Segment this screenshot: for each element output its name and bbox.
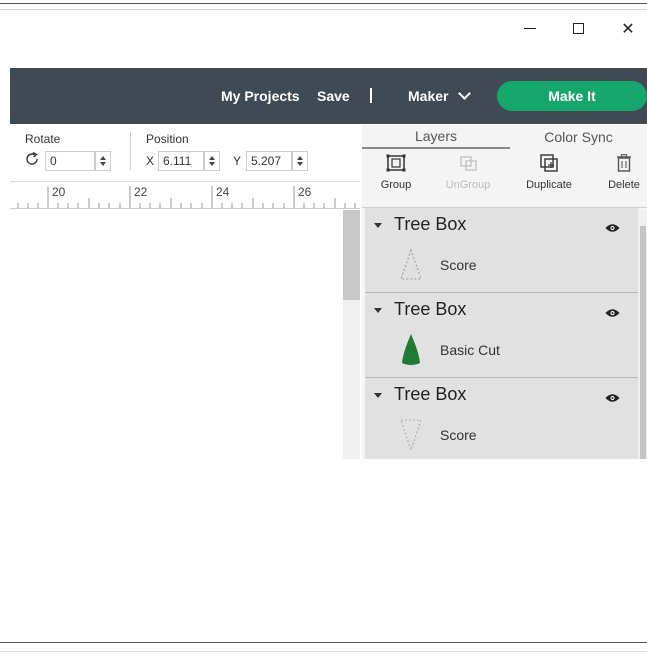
save-button[interactable]: Save xyxy=(317,68,350,124)
close-button[interactable]: ✕ xyxy=(608,14,647,42)
ungroup-button[interactable]: UnGroup xyxy=(433,152,503,202)
app-header: My Projects Save Maker Make It xyxy=(10,68,647,124)
duplicate-label: Duplicate xyxy=(526,179,572,191)
ruler-label: 20 xyxy=(52,185,66,199)
group-label: Group xyxy=(380,179,412,191)
layers-scrollbar-thumb[interactable] xyxy=(640,226,646,459)
window-bottom-divider xyxy=(0,651,647,652)
layer-group-title: Tree Box xyxy=(394,384,467,404)
basic-cut-thumbnail xyxy=(399,333,423,372)
layer-label: Score xyxy=(440,257,477,273)
delete-label: Delete xyxy=(608,179,640,191)
minimize-button[interactable] xyxy=(510,14,550,42)
make-it-button[interactable]: Make It xyxy=(497,81,647,111)
ruler-label: 22 xyxy=(134,185,148,199)
header-separator xyxy=(370,88,372,103)
tab-color-sync[interactable]: Color Sync xyxy=(510,125,647,149)
rotate-input[interactable]: 0 xyxy=(45,151,95,171)
ruler-label: 24 xyxy=(216,185,230,199)
my-projects-link[interactable]: My Projects xyxy=(221,68,300,124)
stepper-down-icon xyxy=(100,162,106,166)
layer-group[interactable]: Tree Box Score xyxy=(365,208,638,292)
y-position-stepper[interactable] xyxy=(292,151,308,171)
rotate-icon xyxy=(24,151,40,172)
rotate-stepper[interactable] xyxy=(95,151,111,171)
duplicate-icon xyxy=(540,152,558,174)
eye-icon[interactable] xyxy=(605,390,620,408)
ungroup-label: UnGroup xyxy=(445,179,491,191)
delete-button[interactable]: Delete xyxy=(589,152,647,202)
window-top-divider xyxy=(0,9,647,10)
options-separator xyxy=(130,132,131,170)
eye-icon[interactable] xyxy=(605,220,620,238)
horizontal-ruler: 20 22 24 26 xyxy=(10,181,360,209)
x-position-stepper[interactable] xyxy=(204,151,220,171)
trash-icon xyxy=(616,152,632,174)
stepper-down-icon xyxy=(209,162,215,166)
machine-selector-label: Maker xyxy=(408,88,449,104)
layer-group[interactable]: Tree Box Score xyxy=(365,378,638,459)
ungroup-icon xyxy=(458,152,478,174)
x-label: X xyxy=(146,154,155,168)
caret-down-icon[interactable] xyxy=(374,308,382,313)
y-position-input[interactable]: 5.207 xyxy=(246,151,292,171)
layer-group-title: Tree Box xyxy=(394,214,467,234)
score-thumbnail xyxy=(399,418,423,457)
layer-group-title: Tree Box xyxy=(394,299,467,319)
design-canvas[interactable] xyxy=(10,210,343,459)
tab-layers[interactable]: Layers xyxy=(362,125,510,149)
y-label: Y xyxy=(233,154,242,168)
chevron-down-icon xyxy=(458,87,472,100)
window-bottom-border xyxy=(0,642,647,643)
stepper-down-icon xyxy=(297,162,303,166)
close-icon: ✕ xyxy=(621,18,635,38)
score-thumbnail xyxy=(399,248,423,287)
group-button[interactable]: Group xyxy=(361,152,431,202)
layer-label: Score xyxy=(440,427,477,443)
maximize-button[interactable] xyxy=(558,14,598,42)
caret-down-icon[interactable] xyxy=(374,223,382,228)
x-position-input[interactable]: 6.111 xyxy=(158,151,204,171)
window-top-border xyxy=(0,3,647,4)
eye-icon[interactable] xyxy=(605,305,620,323)
stepper-up-icon xyxy=(100,156,106,160)
ruler-label: 26 xyxy=(298,185,312,199)
canvas-scrollbar-thumb[interactable] xyxy=(343,210,360,300)
caret-down-icon[interactable] xyxy=(374,393,382,398)
stepper-up-icon xyxy=(209,156,215,160)
rotate-label: Rotate xyxy=(25,132,61,146)
machine-selector[interactable]: Maker xyxy=(408,68,472,124)
position-label: Position xyxy=(146,132,189,146)
duplicate-button[interactable]: Duplicate xyxy=(514,152,584,202)
group-icon xyxy=(386,152,406,174)
layer-group[interactable]: Tree Box Basic Cut xyxy=(365,293,638,377)
minimize-icon xyxy=(524,27,536,29)
maximize-icon xyxy=(572,22,584,34)
layer-label: Basic Cut xyxy=(440,342,500,358)
stepper-up-icon xyxy=(297,156,303,160)
